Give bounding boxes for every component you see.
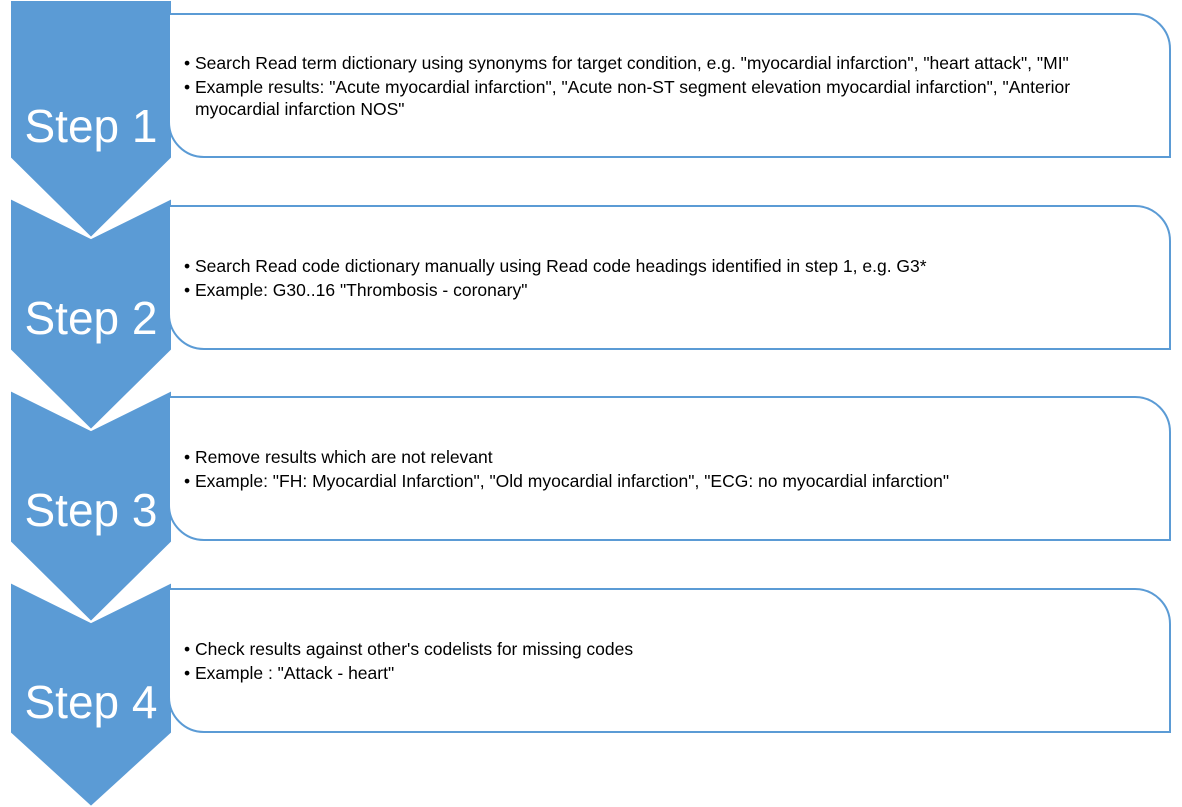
- step-1-bullet-2: • Example results: "Acute myocardial infa…: [184, 76, 1149, 120]
- step-1-bullet-1: • Search Read term dictionary using synon…: [184, 52, 1149, 74]
- step-2-bullet-2: • Example: G30..16 "Thrombosis - coronary…: [184, 279, 1149, 301]
- bullet-dot: •: [184, 662, 191, 683]
- bullet-dot: •: [184, 470, 191, 491]
- step-3-bullet-2: • Example: "FH: Myocardial Infarction", "…: [184, 470, 1149, 492]
- bullet-dot: •: [184, 52, 191, 73]
- step-4-label: Step 4: [24, 676, 158, 728]
- step-4-bullet-1-text: Check results against other's codelists …: [195, 638, 634, 659]
- step-3-box: • Remove results which are not relevant •…: [168, 396, 1171, 541]
- bullet-dot: •: [184, 638, 191, 659]
- bullet-dot: •: [184, 279, 191, 300]
- step-2-bullet-1: • Search Read code dictionary manually us…: [184, 255, 1149, 277]
- step-2-bullet-2-text: Example: G30..16 "Thrombosis - coronary": [195, 279, 528, 300]
- step-4-bullet-2-text: Example : "Attack - heart": [195, 662, 395, 683]
- step-1-label: Step 1: [24, 100, 158, 152]
- bullet-dot: •: [184, 76, 191, 97]
- step-3-label: Step 3: [24, 484, 158, 536]
- step-4-bullets: • Check results against other's codelists…: [184, 636, 1149, 686]
- step-3-bullet-1: • Remove results which are not relevant: [184, 446, 1149, 468]
- step-1-bullet-2-text: Example results: "Acute myocardial infar…: [195, 76, 1071, 119]
- step-2-bullet-1-text: Search Read code dictionary manually usi…: [195, 255, 927, 276]
- step-1-bullet-1-text: Search Read term dictionary using synony…: [195, 52, 1069, 73]
- step-3-bullet-2-text: Example: "FH: Myocardial Infarction", "O…: [195, 470, 950, 491]
- bullet-dot: •: [184, 255, 191, 276]
- step-2-label: Step 2: [24, 292, 158, 344]
- bullet-dot: •: [184, 446, 191, 467]
- step-4-bullet-1: • Check results against other's codelists…: [184, 638, 1149, 660]
- step-2-box: • Search Read code dictionary manually us…: [168, 205, 1171, 350]
- process-diagram: Step 1 • Search Read term dictionary usin…: [0, 0, 1182, 807]
- step-4-box: • Check results against other's codelists…: [168, 588, 1171, 733]
- step-4-bullet-2: • Example : "Attack - heart": [184, 662, 1149, 684]
- step-2-bullets: • Search Read code dictionary manually us…: [184, 253, 1149, 303]
- step-3-bullets: • Remove results which are not relevant •…: [184, 444, 1149, 494]
- step-1-box: • Search Read term dictionary using synon…: [168, 13, 1171, 158]
- step-3-bullet-1-text: Remove results which are not relevant: [195, 446, 493, 467]
- step-1-bullets: • Search Read term dictionary using synon…: [184, 50, 1149, 122]
